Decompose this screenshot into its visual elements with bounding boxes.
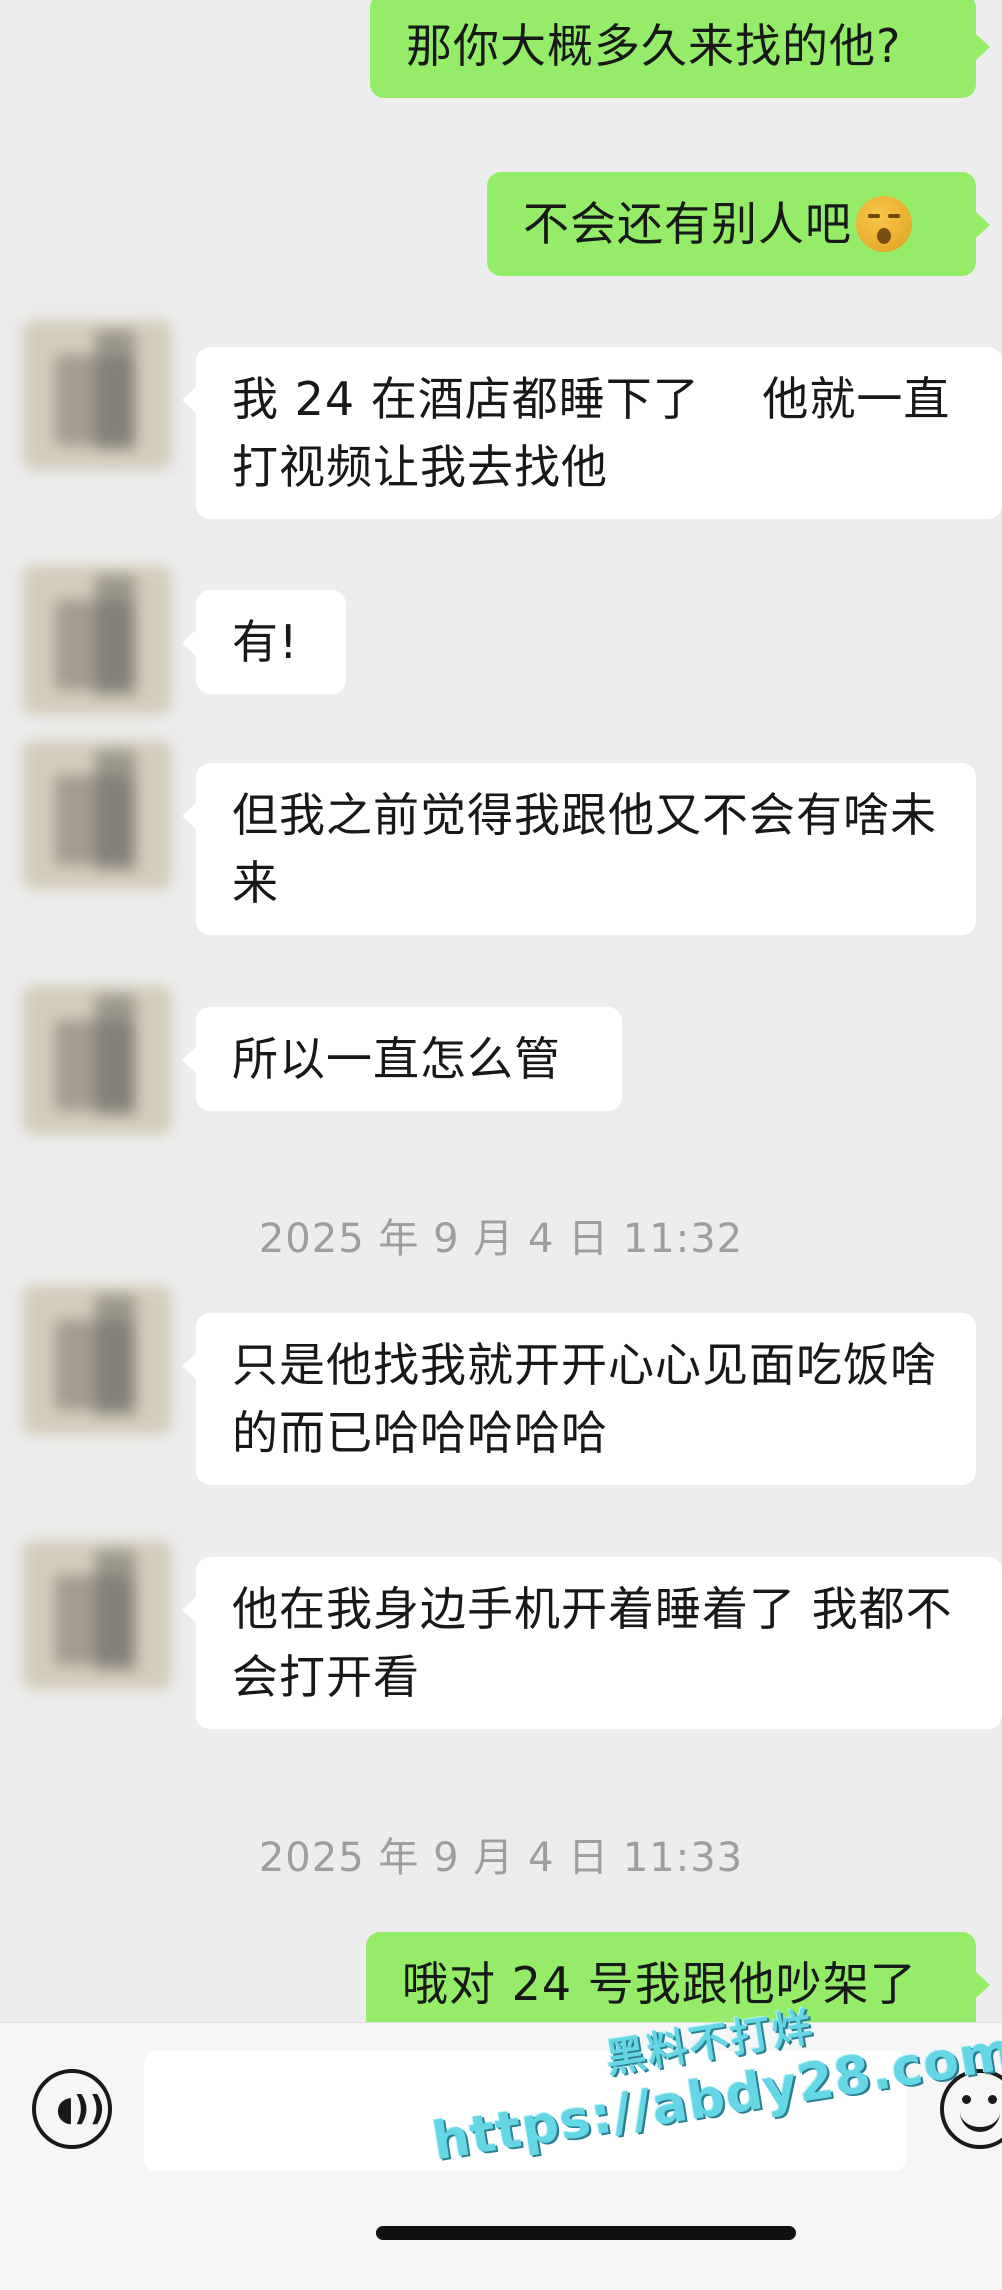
message-bubble-incoming[interactable]: 所以一直怎么管 (182, 1007, 622, 1111)
message-bubble-incoming[interactable]: 只是他找我就开开心心见面吃饭啥的而已哈哈哈哈哈 (182, 1313, 976, 1485)
message-text: 所以一直怎么管 (232, 1032, 561, 1086)
avatar[interactable] (0, 965, 190, 1155)
message-text: 但我之前觉得我跟他又不会有啥未来 (232, 788, 937, 910)
message-bubble-outgoing[interactable]: 哦对 24 号我跟他吵架了 (366, 1932, 990, 2022)
message-text: 不会还有别人吧 (523, 197, 852, 251)
voice-icon[interactable]: ◖)) (32, 2069, 112, 2149)
message-text: 只是他找我就开开心心见面吃饭啥的而已哈哈哈哈哈 (232, 1338, 937, 1460)
avatar[interactable] (0, 720, 190, 910)
message-bubble-incoming[interactable]: 我 24 在酒店都睡下了 他就一直打视频让我去找他 (182, 347, 1002, 519)
avatar[interactable] (0, 1265, 190, 1455)
message-timestamp: 2025 年 9 月 4 日 11:33 (258, 1835, 744, 1881)
message-bubble-incoming[interactable]: 但我之前觉得我跟他又不会有啥未来 (182, 763, 976, 935)
message-text: 哦对 24 号我跟他吵架了 (402, 1957, 917, 2011)
message-text: 有! (232, 615, 299, 669)
message-input[interactable] (144, 2051, 906, 2171)
avatar[interactable] (0, 1520, 190, 1710)
message-text: 他在我身边手机开着睡着了 我都不会打开看 (232, 1582, 953, 1704)
message-bubble-incoming[interactable]: 有! (182, 590, 346, 694)
message-bubble-incoming[interactable]: 他在我身边手机开着睡着了 我都不会打开看 (182, 1557, 1002, 1729)
emoji-icon[interactable] (940, 2069, 1002, 2149)
message-text: 那你大概多久来找的他? (406, 19, 902, 73)
home-indicator[interactable] (376, 2226, 796, 2240)
message-text: 我 24 在酒店都睡下了 他就一直打视频让我去找他 (232, 372, 951, 494)
avatar[interactable] (0, 300, 190, 490)
avatar[interactable] (0, 545, 190, 735)
message-timestamp: 2025 年 9 月 4 日 11:32 (258, 1216, 744, 1262)
message-bubble-outgoing[interactable]: 那你大概多久来找的他? (370, 0, 990, 98)
chat-area[interactable]: 那你大概多久来找的他? 不会还有别人吧 我 24 在酒店都睡下了 他就一直打视频… (0, 0, 1002, 2022)
kissing-face-emoji-icon (856, 195, 912, 252)
message-bubble-outgoing[interactable]: 不会还有别人吧 (487, 172, 990, 276)
input-bar: ◖)) (0, 2022, 1002, 2290)
